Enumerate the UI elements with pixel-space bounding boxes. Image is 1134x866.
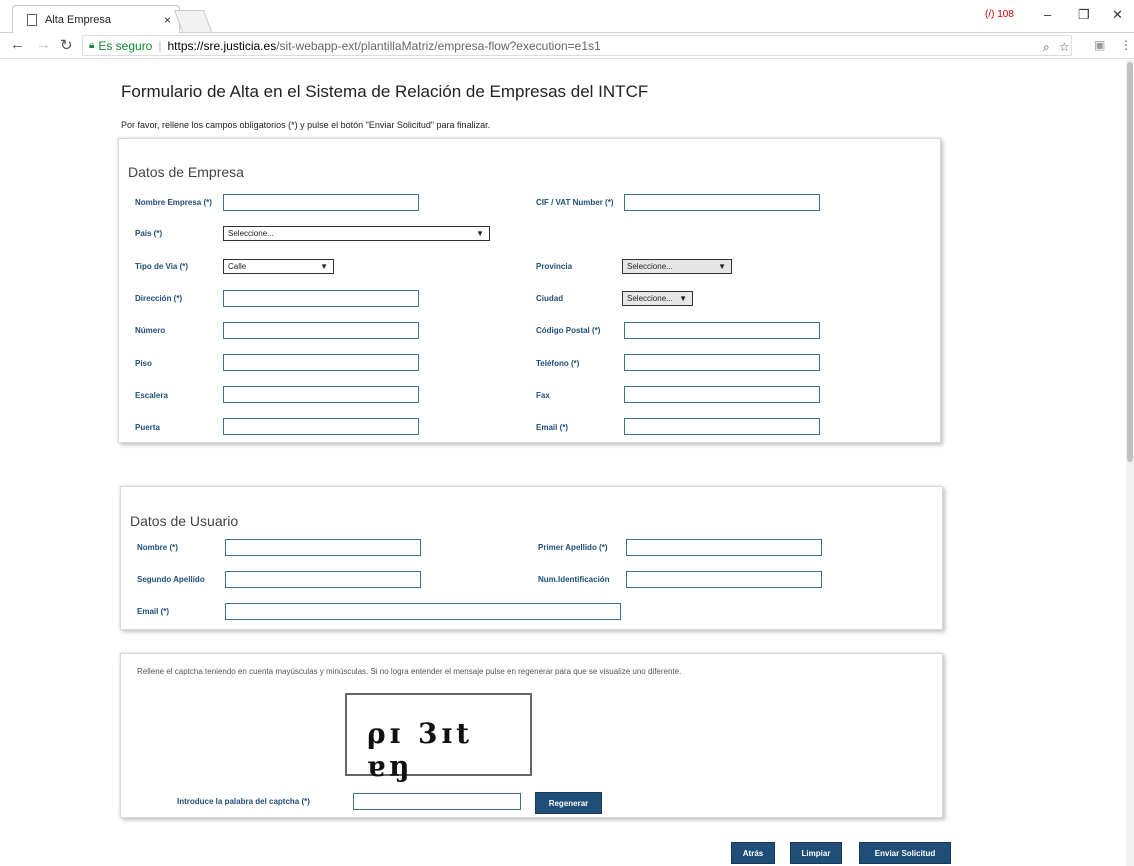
regenerate-button[interactable]: Regenerar	[535, 792, 602, 814]
numero-label: Número	[135, 326, 166, 335]
lock-icon: 🔒︎	[89, 40, 95, 51]
telefono-label: Teléfono (*)	[536, 359, 580, 368]
page-title: Formulario de Alta en el Sistema de Rela…	[121, 82, 649, 101]
captcha-glyphs: ρɪ 3ɪt ɐŋ	[367, 717, 474, 783]
nombre-empresa-label: Nombre Empresa (*)	[135, 198, 212, 207]
ciudad-select-value: Seleccione...	[627, 294, 673, 303]
extension-badge[interactable]: (/) 108	[985, 9, 1014, 20]
captcha-instructions: Rellene el captcha teniendo en cuenta ma…	[137, 667, 682, 676]
provincia-select[interactable]: Seleccione... ▼	[622, 259, 732, 274]
provincia-label: Provincia	[536, 262, 573, 271]
menu-icon[interactable]: ⋮	[1120, 38, 1132, 52]
secure-label: Es seguro	[98, 38, 153, 53]
num-identificacion-input[interactable]	[626, 571, 822, 588]
clear-button[interactable]: Limpiar	[790, 842, 842, 864]
reload-icon[interactable]: ↻	[60, 36, 73, 54]
forward-icon[interactable]: →	[36, 36, 51, 53]
nombre-usuario-input[interactable]	[225, 539, 421, 556]
page-icon	[27, 13, 37, 26]
cif-input[interactable]	[624, 194, 820, 211]
pais-select[interactable]: Seleccione... ▼	[223, 226, 490, 241]
close-tab-icon[interactable]: ×	[164, 13, 171, 27]
escalera-input[interactable]	[223, 386, 419, 403]
email-empresa-input[interactable]	[624, 418, 820, 435]
chevron-down-icon: ▼	[320, 262, 328, 271]
ciudad-label: Ciudad	[536, 294, 564, 303]
fax-label: Fax	[536, 391, 550, 400]
ciudad-select[interactable]: Seleccione... ▼	[622, 291, 693, 306]
chevron-down-icon: ▼	[718, 262, 726, 271]
pais-select-value: Seleccione...	[228, 229, 274, 238]
submit-button[interactable]: Enviar Solicitud	[859, 842, 951, 864]
restore-icon[interactable]: ❐	[1078, 7, 1090, 23]
tipo-via-select-value: Calle	[228, 262, 247, 271]
telefono-input[interactable]	[624, 354, 820, 371]
browser-tab[interactable]: Alta Empresa ×	[12, 5, 180, 33]
tipo-via-select[interactable]: Calle ▼	[223, 259, 334, 274]
browser-tab-bar: Alta Empresa × (/) 108 – ❐ ✕	[0, 0, 1134, 33]
fax-input[interactable]	[624, 386, 820, 403]
email-empresa-label: Email (*)	[536, 423, 569, 432]
back-icon[interactable]: ←	[10, 36, 25, 53]
tipo-via-label: Tipo de Via (*)	[135, 262, 189, 271]
usuario-section-title: Datos de Usuario	[130, 513, 239, 529]
direccion-label: Dirección (*)	[135, 294, 183, 303]
segundo-apellido-label: Segundo Apellido	[137, 575, 205, 584]
piso-input[interactable]	[223, 354, 419, 371]
minimize-icon[interactable]: –	[1044, 7, 1051, 22]
nombre-usuario-label: Nombre (*)	[137, 543, 178, 552]
url-path: /sit-webapp-ext/plantillaMatriz/empresa-…	[276, 38, 601, 53]
extension-icon[interactable]: ▣	[1094, 38, 1105, 52]
cif-label: CIF / VAT Number (*)	[536, 198, 614, 207]
tab-title: Alta Empresa	[45, 13, 112, 26]
piso-label: Piso	[135, 359, 152, 368]
url-field[interactable]: 🔒︎ Es seguro | https://sre.justicia.es /…	[82, 35, 1072, 56]
intro-text: Por favor, rellene los campos obligatori…	[121, 120, 491, 130]
chevron-down-icon: ▼	[476, 229, 484, 238]
numero-input[interactable]	[223, 322, 419, 339]
empresa-section-title: Datos de Empresa	[128, 164, 244, 180]
url-host: https://sre.justicia.es	[167, 38, 277, 53]
puerta-input[interactable]	[223, 418, 419, 435]
captcha-input[interactable]	[353, 793, 521, 810]
captcha-image: ρɪ 3ɪt ɐŋ	[345, 693, 532, 783]
nombre-empresa-input[interactable]	[223, 194, 419, 211]
star-icon[interactable]: ☆	[1059, 40, 1070, 54]
primer-apellido-label: Primer Apellido (*)	[538, 543, 608, 552]
num-identificacion-label: Num.Identificación	[538, 575, 610, 584]
chevron-down-icon: ▼	[679, 294, 687, 303]
codigo-postal-label: Código Postal (*)	[536, 326, 601, 335]
pais-label: País (*)	[135, 229, 163, 238]
back-button[interactable]: Atrás	[731, 842, 775, 864]
email-usuario-label: Email (*)	[137, 607, 170, 616]
primer-apellido-input[interactable]	[626, 539, 822, 556]
escalera-label: Escalera	[135, 391, 168, 400]
puerta-label: Puerta	[135, 423, 160, 432]
email-usuario-input[interactable]	[225, 603, 621, 620]
zoom-icon[interactable]: ⌕	[1043, 40, 1050, 55]
direccion-input[interactable]	[223, 290, 419, 307]
captcha-input-label: Introduce la palabra del captcha (*)	[177, 797, 310, 806]
url-separator: |	[158, 38, 162, 53]
scrollbar-thumb[interactable]	[1127, 62, 1133, 462]
address-bar: ← → ↻ 🔒︎ Es seguro | https://sre.justici…	[0, 33, 1134, 59]
provincia-select-value: Seleccione...	[627, 262, 673, 271]
segundo-apellido-input[interactable]	[225, 571, 421, 588]
close-window-icon[interactable]: ✕	[1112, 7, 1123, 23]
codigo-postal-input[interactable]	[624, 322, 820, 339]
